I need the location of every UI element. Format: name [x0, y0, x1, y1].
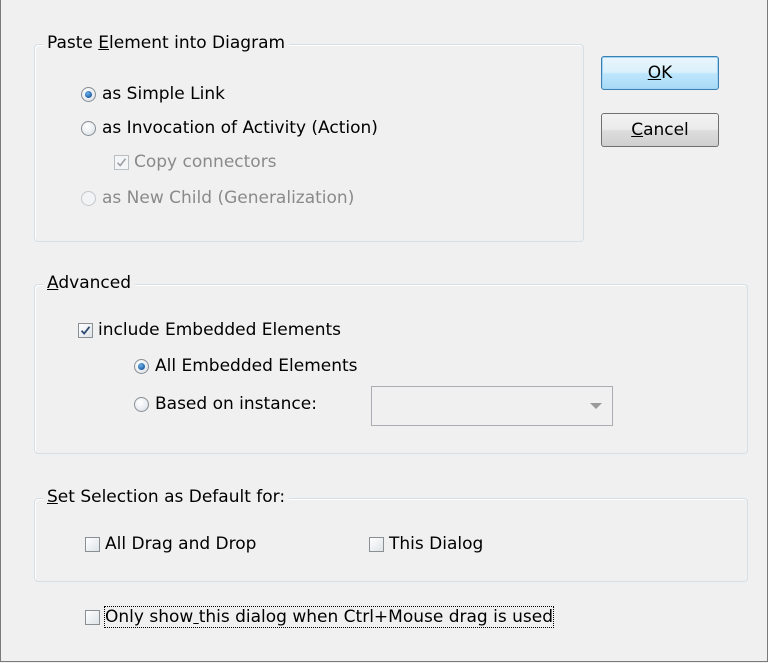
button-label: ancel: [643, 120, 689, 140]
checkbox-all-drag-drop[interactable]: All Drag and Drop: [85, 534, 256, 554]
radio-disabled-icon: [81, 190, 96, 206]
paste-element-group: Paste Element into Diagram: [34, 33, 584, 242]
default-selection-group-title: Set Selection as Default for:: [43, 487, 290, 507]
checkbox-label: This Dialog: [389, 534, 484, 554]
group-title-text: Paste: [47, 33, 99, 53]
radio-all-embedded[interactable]: All Embedded Elements: [134, 356, 358, 376]
checkbox-label: include Embedded Elements: [98, 320, 342, 340]
radio-unselected-icon[interactable]: [134, 396, 149, 412]
radio-label: Based on instance:: [155, 394, 317, 414]
radio-label: All Embedded Elements: [155, 356, 358, 376]
paste-element-dialog: Paste Element into Diagram as Simple Lin…: [0, 0, 768, 662]
cancel-button[interactable]: Cancel: [601, 113, 719, 147]
checkbox-checked-disabled-icon: [114, 154, 129, 170]
checkbox-include-embedded[interactable]: include Embedded Elements: [78, 320, 341, 340]
radio-label: as New Child (Generalization): [102, 188, 355, 208]
button-accel: O: [647, 63, 662, 83]
group-title-text: dvanced: [58, 273, 131, 293]
checkbox-checked-icon[interactable]: [78, 322, 93, 338]
radio-based-on-instance[interactable]: Based on instance:: [134, 394, 317, 414]
label-part: Only show: [105, 607, 194, 627]
checkbox-copy-connectors: Copy connectors: [114, 152, 277, 172]
checkbox-this-dialog[interactable]: This Dialog: [369, 534, 483, 554]
group-title-text: lement into Diagram: [109, 33, 286, 53]
checkbox-label: Only show this dialog when Ctrl+Mouse dr…: [104, 606, 554, 628]
group-title-accel: S: [47, 487, 58, 507]
radio-invocation[interactable]: as Invocation of Activity (Action): [81, 118, 378, 138]
label-part: this dialog when Ctrl+Mouse drag is used: [198, 607, 553, 627]
group-title-accel: A: [47, 273, 59, 293]
chevron-down-icon: [590, 403, 602, 409]
button-label: K: [661, 63, 673, 83]
radio-label: as Simple Link: [102, 84, 225, 104]
checkbox-unchecked-icon[interactable]: [85, 609, 100, 625]
radio-simple-link[interactable]: as Simple Link: [81, 84, 225, 104]
radio-new-child: as New Child (Generalization): [81, 188, 354, 208]
radio-unselected-icon[interactable]: [81, 120, 96, 136]
checkbox-unchecked-icon[interactable]: [85, 536, 100, 552]
instance-select: [371, 386, 613, 426]
paste-element-group-title: Paste Element into Diagram: [43, 33, 290, 53]
radio-selected-icon[interactable]: [134, 358, 149, 374]
radio-selected-icon[interactable]: [81, 86, 96, 102]
checkbox-unchecked-icon[interactable]: [369, 536, 384, 552]
group-title-accel: E: [98, 33, 110, 53]
advanced-group-title: Advanced: [43, 273, 135, 293]
checkbox-ctrl-mouse-only[interactable]: Only show this dialog when Ctrl+Mouse dr…: [85, 606, 554, 628]
radio-label: as Invocation of Activity (Action): [102, 118, 378, 138]
checkbox-label: All Drag and Drop: [105, 534, 257, 554]
button-accel: C: [631, 120, 644, 140]
group-title-text: et Selection as Default for:: [57, 487, 286, 507]
ok-button[interactable]: OK: [601, 56, 719, 90]
checkbox-label: Copy connectors: [134, 152, 277, 172]
